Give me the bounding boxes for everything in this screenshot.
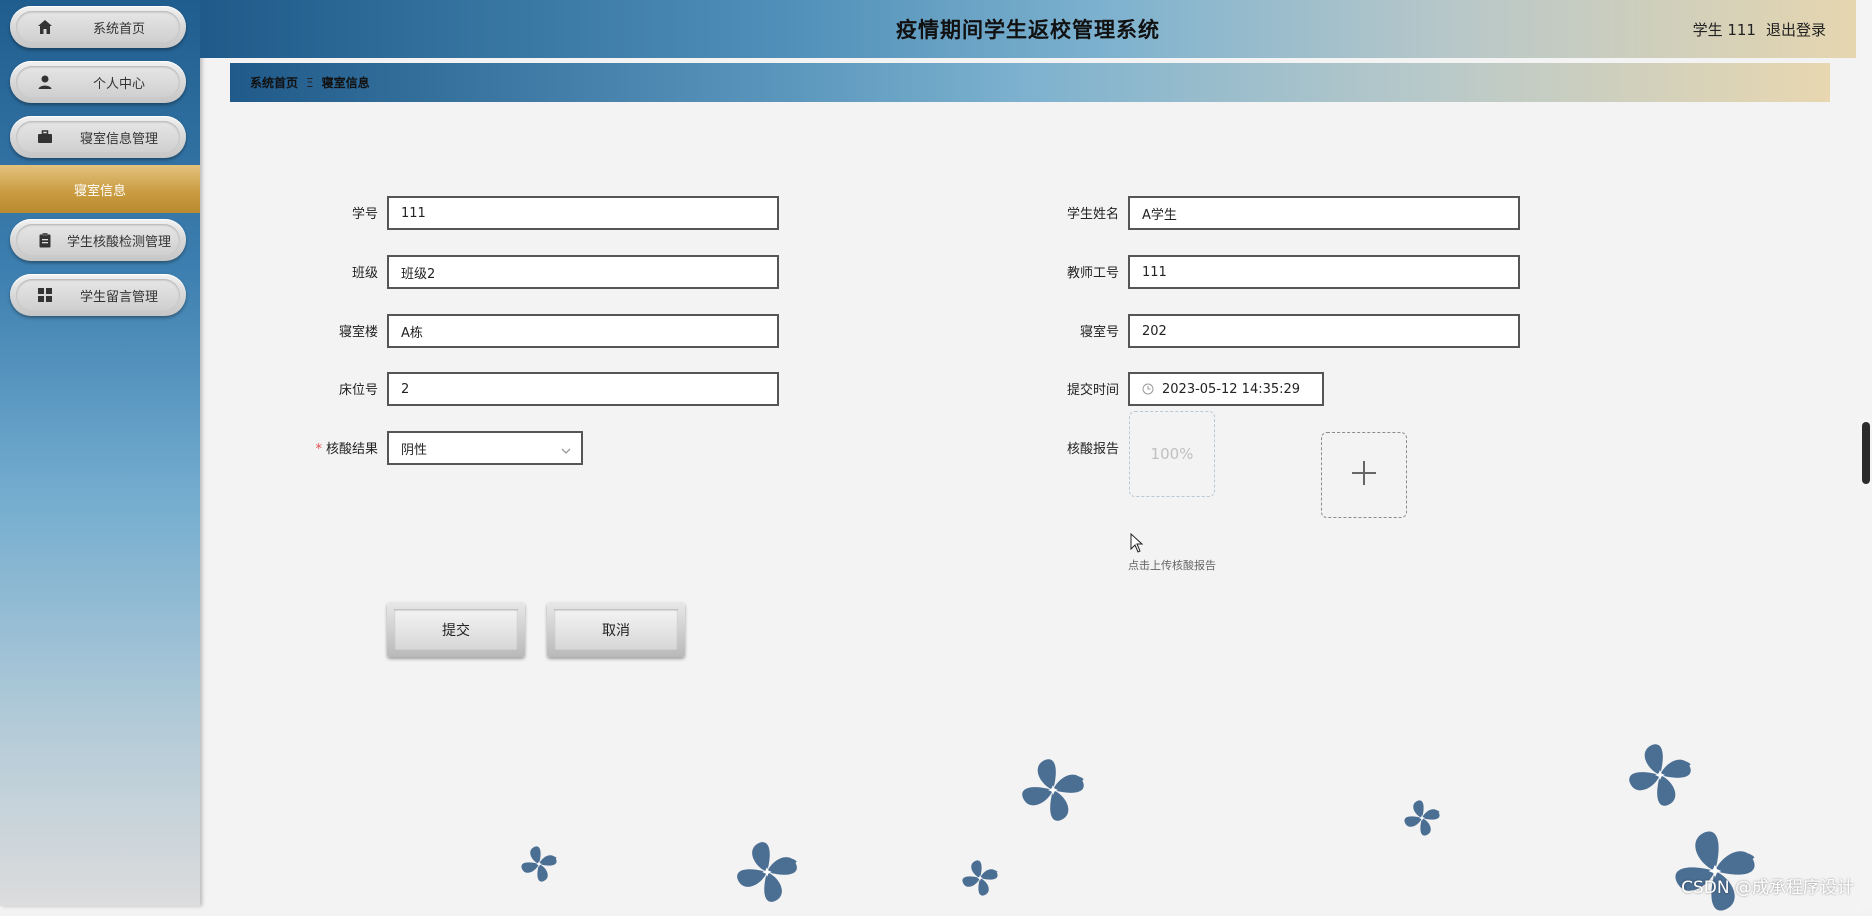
room-no-input[interactable]: 202 bbox=[1128, 314, 1520, 348]
building-value: A栋 bbox=[401, 325, 423, 341]
building-label: 寝室楼 bbox=[338, 325, 378, 340]
bed-no-label: 床位号 bbox=[338, 383, 378, 398]
test-result-value: 阴性 bbox=[401, 442, 428, 458]
sidebar-item-dorm-management[interactable]: 寝室信息管理 bbox=[10, 116, 186, 158]
sidebar-item-nucleic-test[interactable]: 学生核酸检测管理 bbox=[10, 219, 186, 261]
sidebar-item-home[interactable]: 系统首页 bbox=[10, 6, 186, 48]
class-label: 班级 bbox=[351, 266, 378, 281]
student-name-value: A学生 bbox=[1142, 207, 1177, 223]
sidebar: 系统首页 个人中心 寝室信息管理 寝室信息 学生核酸检测管理 学生留言管理 bbox=[0, 0, 200, 906]
clover-decoration-icon bbox=[961, 859, 999, 897]
clover-decoration-icon bbox=[736, 841, 798, 903]
submit-button-label: 提交 bbox=[394, 609, 518, 650]
bed-no-input[interactable]: 2 bbox=[387, 372, 779, 406]
submit-time-picker[interactable]: 2023-05-12 14:35:29 bbox=[1128, 372, 1324, 406]
clover-decoration-icon bbox=[1403, 799, 1441, 837]
sidebar-item-personal-center[interactable]: 个人中心 bbox=[10, 61, 186, 103]
student-id-value: 111 bbox=[401, 205, 426, 221]
breadcrumb-current: 寝室信息 bbox=[321, 76, 370, 90]
clover-decoration-icon bbox=[520, 845, 558, 883]
sidebar-item-label: 寝室信息管理 bbox=[79, 131, 158, 147]
clover-decoration-icon bbox=[1021, 758, 1085, 822]
class-input[interactable]: 班级2 bbox=[387, 255, 779, 289]
room-no-label: 寝室号 bbox=[1079, 325, 1119, 340]
breadcrumb: 系统首页 Ξ 寝室信息 bbox=[230, 63, 1830, 102]
sidebar-item-label: 个人中心 bbox=[92, 76, 145, 92]
cancel-button[interactable]: 取消 bbox=[547, 602, 685, 657]
breadcrumb-separator: Ξ bbox=[306, 75, 314, 90]
sidebar-item-label: 系统首页 bbox=[92, 21, 145, 37]
student-id-label: 学号 bbox=[351, 207, 378, 222]
grid-icon bbox=[36, 286, 54, 304]
teacher-id-label: 教师工号 bbox=[1066, 266, 1119, 281]
bed-no-value: 2 bbox=[401, 381, 410, 397]
user-area: 学生 111 退出登录 bbox=[1683, 0, 1826, 58]
app-title: 疫情期间学生返校管理系统 bbox=[896, 18, 1160, 42]
clipboard-icon bbox=[36, 231, 54, 249]
required-mark: * bbox=[315, 442, 322, 457]
logout-link[interactable]: 退出登录 bbox=[1766, 19, 1826, 40]
clover-decoration-icon bbox=[1674, 830, 1756, 912]
student-name-input[interactable]: A学生 bbox=[1128, 196, 1520, 230]
sidebar-item-label: 学生核酸检测管理 bbox=[66, 234, 171, 250]
building-input[interactable]: A栋 bbox=[387, 314, 779, 348]
submenu-item-dorm-info[interactable]: 寝室信息 bbox=[0, 165, 200, 213]
submit-button[interactable]: 提交 bbox=[387, 602, 525, 657]
chevron-down-icon bbox=[561, 444, 571, 454]
teacher-id-input[interactable]: 111 bbox=[1128, 255, 1520, 289]
home-icon bbox=[36, 18, 54, 36]
sidebar-item-label: 学生留言管理 bbox=[79, 289, 158, 305]
page-scrollbar[interactable] bbox=[1858, 0, 1872, 906]
student-id-input[interactable]: 111 bbox=[387, 196, 779, 230]
scrollbar-thumb[interactable] bbox=[1862, 422, 1870, 484]
clock-icon bbox=[1142, 383, 1154, 395]
plus-icon bbox=[1350, 459, 1378, 491]
breadcrumb-home[interactable]: 系统首页 bbox=[250, 74, 298, 91]
user-label: 学生 111 bbox=[1692, 20, 1756, 39]
clover-decoration-icon bbox=[1628, 743, 1692, 807]
upload-progress-thumbnail: 100% bbox=[1129, 411, 1215, 497]
submenu-item-label: 寝室信息 bbox=[73, 183, 126, 199]
submit-time-value: 2023-05-12 14:35:29 bbox=[1162, 381, 1301, 397]
watermark: CSDN @成承程序设计 bbox=[1681, 878, 1854, 898]
sidebar-item-messages[interactable]: 学生留言管理 bbox=[10, 274, 186, 316]
report-label: 核酸报告 bbox=[1066, 442, 1119, 457]
class-value: 班级2 bbox=[401, 266, 436, 282]
cancel-button-label: 取消 bbox=[554, 609, 678, 650]
briefcase-icon bbox=[36, 128, 54, 146]
test-result-label: * 核酸结果 bbox=[258, 431, 378, 469]
upload-hint: 点击上传核酸报告 bbox=[1128, 559, 1216, 572]
upload-add-button[interactable] bbox=[1321, 432, 1407, 518]
test-result-select[interactable]: 阴性 bbox=[387, 431, 583, 465]
mouse-cursor-icon bbox=[1130, 532, 1144, 557]
submit-time-label: 提交时间 bbox=[1066, 383, 1119, 398]
teacher-id-value: 111 bbox=[1142, 264, 1167, 280]
upload-progress-text: 100% bbox=[1150, 445, 1194, 463]
user-icon bbox=[36, 73, 54, 91]
student-name-label: 学生姓名 bbox=[1066, 207, 1119, 222]
test-result-label-text: 核酸结果 bbox=[325, 442, 378, 457]
room-no-value: 202 bbox=[1142, 323, 1167, 339]
top-header: 疫情期间学生返校管理系统 学生 111 退出登录 bbox=[200, 0, 1856, 58]
